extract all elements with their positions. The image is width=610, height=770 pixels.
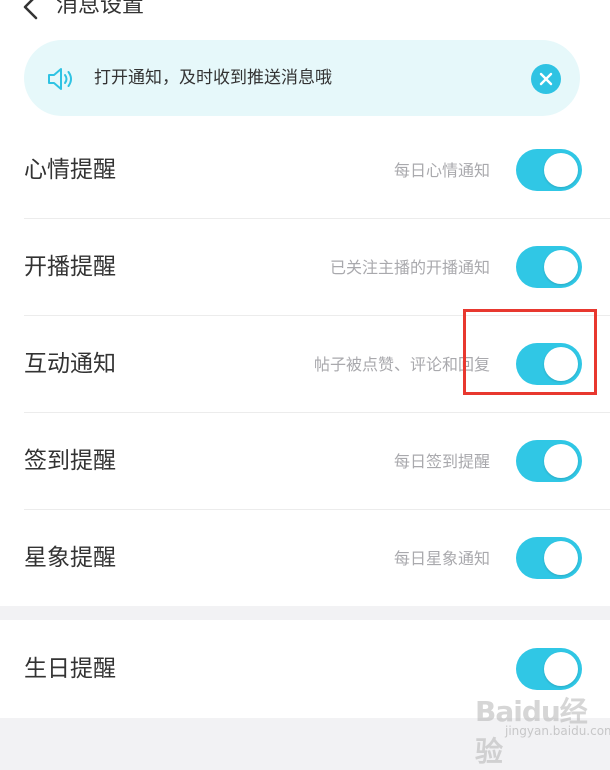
- setting-label: 星象提醒: [24, 545, 116, 571]
- chevron-left-icon[interactable]: [20, 0, 42, 20]
- toggle-knob: [544, 541, 578, 575]
- setting-row-checkin: 签到提醒 每日签到提醒: [0, 413, 610, 510]
- setting-row-mood: 心情提醒 每日心情通知: [0, 122, 610, 219]
- setting-description: 每日心情通知: [393, 161, 490, 180]
- watermark-url: jingyan.baidu.com: [505, 724, 610, 738]
- highlight-annotation: [463, 309, 597, 395]
- toggle-knob: [544, 652, 578, 686]
- notification-banner: 打开通知，及时收到推送消息哦: [24, 40, 580, 116]
- setting-row-horoscope: 星象提醒 每日星象通知: [0, 510, 610, 607]
- setting-label: 心情提醒: [24, 157, 116, 183]
- mood-reminder-toggle[interactable]: [516, 149, 582, 191]
- toggle-knob: [544, 250, 578, 284]
- speaker-icon: [48, 68, 72, 90]
- live-reminder-toggle[interactable]: [516, 246, 582, 288]
- setting-description: 每日星象通知: [393, 549, 490, 568]
- close-icon: [539, 72, 553, 86]
- page-title: 消息设置: [56, 0, 145, 18]
- setting-label: 签到提醒: [24, 448, 116, 474]
- setting-description: 每日签到提醒: [393, 452, 490, 471]
- setting-row-live: 开播提醒 已关注主播的开播通知: [0, 219, 610, 316]
- birthday-reminder-toggle[interactable]: [516, 648, 582, 690]
- setting-label: 互动通知: [24, 351, 116, 377]
- close-button[interactable]: [531, 64, 561, 94]
- header-bar: 消息设置: [0, 0, 610, 30]
- toggle-knob: [544, 153, 578, 187]
- toggle-knob: [544, 444, 578, 478]
- horoscope-reminder-toggle[interactable]: [516, 537, 582, 579]
- notice-text: 打开通知，及时收到推送消息哦: [94, 68, 332, 88]
- checkin-reminder-toggle[interactable]: [516, 440, 582, 482]
- setting-description: 已关注主播的开播通知: [329, 258, 490, 277]
- setting-label: 生日提醒: [24, 656, 116, 682]
- setting-label: 开播提醒: [24, 254, 116, 280]
- notice-section: 打开通知，及时收到推送消息哦: [0, 30, 610, 122]
